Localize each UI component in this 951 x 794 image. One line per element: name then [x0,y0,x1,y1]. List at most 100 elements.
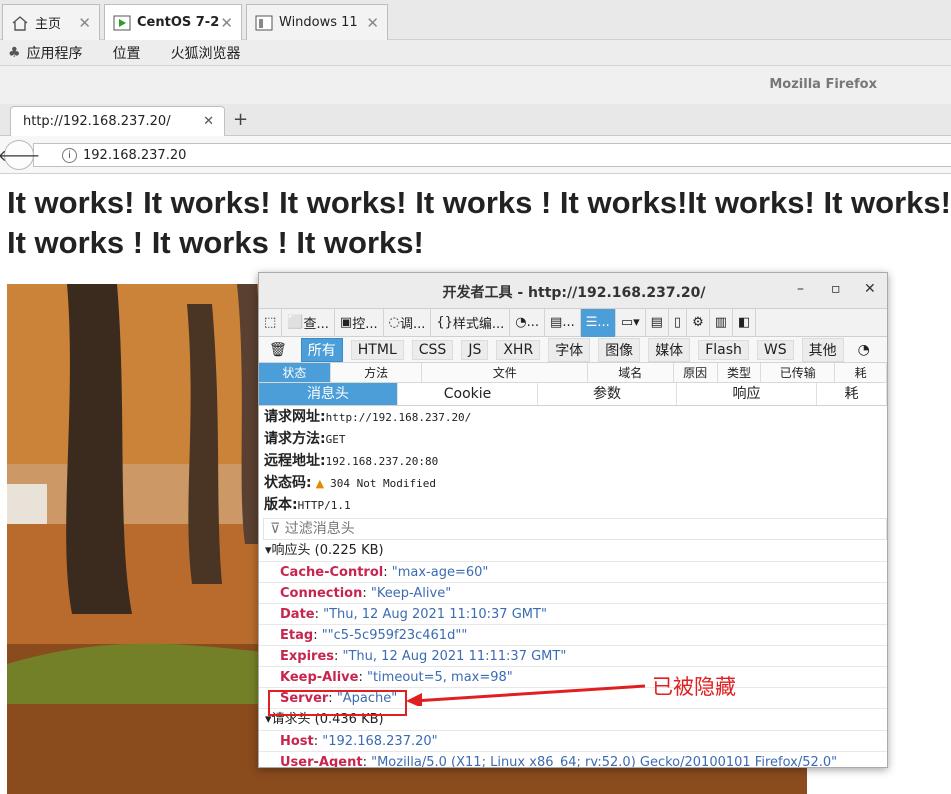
url-text: 192.168.237.20 [83,147,187,163]
filter-flash[interactable]: Flash [698,339,749,360]
vm-tab-label: CentOS 7-2 [137,15,220,30]
header-row: Expires: "Thu, 12 Aug 2021 11:11:37 GMT" [259,646,887,667]
navigation-bar: i 192.168.237.20 🡐 [0,136,951,174]
header-row: Cache-Control: "max-age=60" [259,562,887,583]
summary-status-label: 状态码: [264,475,312,491]
col-status[interactable]: 状态 [259,363,331,382]
close-icon[interactable]: ✕ [78,14,91,32]
summary-url: http://192.168.237.20/ [325,411,472,424]
responsive-icon[interactable]: ▯ [669,308,688,337]
scratchpad-icon[interactable]: ▤ [646,308,669,337]
header-row: Date: "Thu, 12 Aug 2021 11:10:37 GMT" [259,604,887,625]
maximize-icon[interactable]: ▫ [831,281,841,297]
filter-ws[interactable]: WS [756,339,794,360]
col-method[interactable]: 方法 [331,363,423,382]
col-reason[interactable]: 原因 [674,363,718,382]
tool-console[interactable]: ▣ 控... [335,308,384,337]
vm-tab-windows[interactable]: Windows 11 ✕ [246,4,388,40]
response-headers-section[interactable]: ▾响应头 (0.225 KB) [259,540,887,562]
back-button[interactable]: 🡐 [0,140,40,170]
vm-tab-centos[interactable]: CentOS 7-2 ✕ [104,4,242,40]
summary-version: HTTP/1.1 [297,499,351,512]
gear-icon[interactable]: ⚙ [687,308,710,337]
gnome-top-bar: ♣ 应用程序 位置 火狐浏览器 [0,40,951,66]
close-tab-icon[interactable]: ✕ [203,114,214,129]
filter-media[interactable]: 媒体 [648,337,691,362]
menu-applications[interactable]: 应用程序 [27,43,83,63]
window-title: Mozilla Firefox [769,77,877,92]
menu-places[interactable]: 位置 [113,43,141,63]
filter-headers-input[interactable]: ⊽ 过滤消息头 [263,518,887,540]
back-arrow-icon: 🡐 [0,146,41,165]
col-domain[interactable]: 域名 [588,363,674,382]
filter-css[interactable]: CSS [411,339,454,360]
warning-icon: ▲ [315,477,325,490]
network-filter-bar: 🗑 所有 HTML CSS JS XHR 字体 图像 媒体 Flash WS 其… [259,337,887,363]
tool-debugger[interactable]: ◌ 调... [384,308,432,337]
summary-remote: 192.168.237.20:80 [325,455,439,468]
tab-params[interactable]: 参数 [538,383,677,405]
tab-timings[interactable]: 耗 [817,383,887,405]
devtools-titlebar: 开发者工具 - http://192.168.237.20/ – ▫ ✕ [259,273,887,309]
tool-memory[interactable]: ▤ ... [545,308,581,337]
col-file[interactable]: 文件 [422,363,588,382]
picker-icon[interactable]: ⬚ [259,308,283,337]
trash-icon[interactable]: 🗑 [263,341,293,359]
browser-tab[interactable]: http://192.168.237.20/ ✕ [10,106,225,136]
page-headline: It works! It works! It works! It works !… [7,185,951,260]
section-title: 响应头 (0.225 KB) [271,543,384,558]
vm-icon [255,15,273,31]
devtools-toolbar: ⬚ ⬜ 查... ▣ 控... ◌ 调... {} 样式编... ◔ ... ▤… [259,308,887,337]
summary-version-label: 版本: [264,497,298,513]
firefox-titlebar: Mozilla Firefox [0,66,951,104]
header-row: Connection: "Keep-Alive" [259,583,887,604]
summary-method: GET [325,433,346,446]
menu-firefox[interactable]: 火狐浏览器 [171,43,241,63]
tab-response[interactable]: 响应 [677,383,817,405]
request-summary: 请求网址:http://192.168.237.20/ 请求方法:GET 远程地… [259,406,887,516]
tab-cookies[interactable]: Cookie [398,383,538,405]
col-transferred[interactable]: 已传输 [761,363,836,382]
summary-remote-label: 远程地址: [264,453,326,469]
col-type[interactable]: 类型 [718,363,762,382]
perf-icon[interactable]: ◔ [852,341,876,359]
vm-tab-bar: 主页 ✕ CentOS 7-2 ✕ Windows 11 ✕ [0,0,951,40]
minimize-icon[interactable]: – [797,281,804,297]
split-icon[interactable]: ▥ [710,308,734,337]
browser-tab-title: http://192.168.237.20/ [23,114,171,129]
filter-fonts[interactable]: 字体 [548,337,591,362]
col-timing[interactable]: 耗 [835,363,887,382]
tool-network[interactable]: ☰ ... [580,308,616,337]
request-columns: 状态 方法 文件 域名 原因 类型 已传输 耗 [259,363,887,383]
close-icon[interactable]: ✕ [220,14,233,32]
new-tab-button[interactable]: + [233,109,248,130]
summary-url-label: 请求网址: [264,409,326,425]
tool-style-editor[interactable]: {} 样式编... [431,308,511,337]
filter-html[interactable]: HTML [350,339,404,360]
vm-tab-home[interactable]: 主页 ✕ [2,4,100,40]
tool-inspector[interactable]: ⬜ 查... [282,308,335,337]
tab-headers[interactable]: 消息头 [259,383,398,405]
info-icon[interactable]: i [62,147,77,163]
filter-icon: ⊽ [270,521,281,537]
url-field[interactable]: i 192.168.237.20 [33,143,951,167]
close-icon[interactable]: ✕ [864,281,876,297]
devtools-title: 开发者工具 - http://192.168.237.20/ [442,285,706,301]
filter-placeholder: 过滤消息头 [284,521,355,537]
firefox-tab-strip: http://192.168.237.20/ ✕ + [0,104,951,136]
vm-tab-label: Windows 11 [279,15,358,30]
details-tabs: 消息头 Cookie 参数 响应 耗 [259,383,887,406]
filter-other[interactable]: 其他 [801,337,844,362]
vm-running-icon [113,15,131,31]
filter-xhr[interactable]: XHR [496,339,541,360]
header-row: User-Agent: "Mozilla/5.0 (X11; Linux x86… [259,752,887,767]
header-row: Etag: ""c5-5c959f23c461d"" [259,625,887,646]
dock-icon[interactable]: ▭▾ [616,308,646,337]
filter-images[interactable]: 图像 [598,337,641,362]
close-icon[interactable]: ✕ [366,14,379,32]
filter-js[interactable]: JS [461,339,489,360]
apps-icon: ♣ [8,44,21,61]
sidebar-icon[interactable]: ◧ [733,308,757,337]
filter-all[interactable]: 所有 [300,337,343,362]
tool-performance[interactable]: ◔ ... [510,308,546,337]
